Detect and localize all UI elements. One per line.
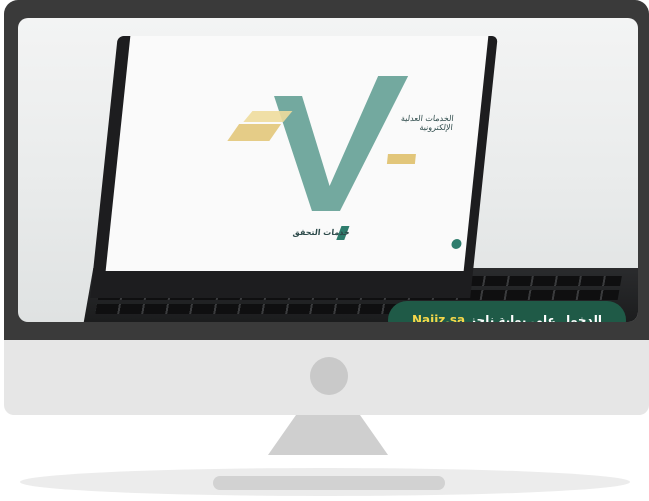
banner-site: Najiz.sa <box>411 313 466 322</box>
laptop-screen: الخدمات العدلية الإلكترونية خدمات التحقق <box>105 36 489 271</box>
hero-title: الخدمات العدلية الإلكترونية <box>400 114 455 132</box>
video-frame[interactable]: الخدمات العدلية الإلكترونية خدمات التحقق… <box>18 18 638 322</box>
najiz-login-banner: الدخول على بوابة ناجز Najiz.sa <box>388 301 626 322</box>
section-title: خدمات التحقق <box>292 228 351 237</box>
power-button[interactable] <box>310 357 348 395</box>
banner-text: الدخول على بوابة ناجز <box>469 313 603 322</box>
monitor-base <box>213 476 445 490</box>
monitor-stand <box>268 415 388 455</box>
